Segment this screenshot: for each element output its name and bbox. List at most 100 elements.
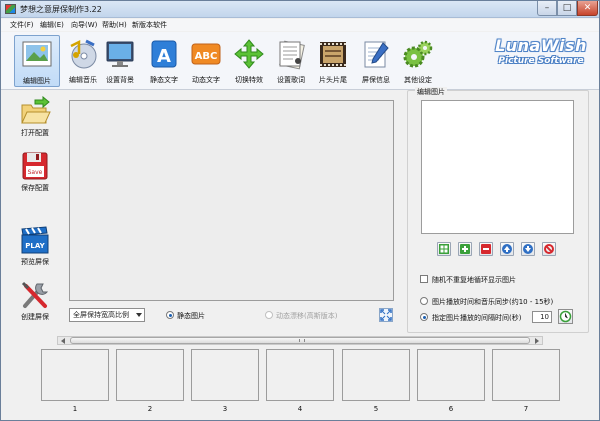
tool-label: 屏保信息 xyxy=(362,76,390,84)
brand-subtitle: Picture Software xyxy=(498,56,584,66)
clock-icon xyxy=(559,310,572,323)
thumbnail-number: 6 xyxy=(448,405,454,413)
tool-label: 片头片尾 xyxy=(319,76,347,84)
minus-icon xyxy=(481,244,491,254)
sync-music-radio[interactable] xyxy=(420,297,428,305)
floppy-save-icon: Save xyxy=(22,152,48,180)
interval-label: 指定图片播放的间隔时间(秒) xyxy=(432,314,522,322)
menu-wizard[interactable]: 向导(W) xyxy=(71,20,97,30)
menu-file[interactable]: 文件(F) xyxy=(10,20,34,30)
scroll-left-arrow[interactable] xyxy=(61,338,65,344)
letter-a-icon: A xyxy=(151,40,177,68)
chevron-down-icon xyxy=(136,313,142,317)
tool-set-lyrics[interactable]: 设置歌词 xyxy=(268,35,314,87)
app-icon xyxy=(5,4,16,14)
menu-new-version[interactable]: 新版本软件 xyxy=(132,20,167,30)
open-config-button[interactable]: 打开配置 xyxy=(15,96,55,142)
svg-text:ABC: ABC xyxy=(195,51,218,62)
dynamic-drift-label: 动态漂移(高斯版本) xyxy=(276,312,338,320)
tool-label: 其他设定 xyxy=(404,76,432,84)
fit-mode-select[interactable]: 全屏保持宽高比例 xyxy=(69,308,145,322)
thumbnail-slot[interactable] xyxy=(266,349,334,401)
close-button[interactable]: ✕ xyxy=(577,1,598,16)
svg-text:A: A xyxy=(157,46,171,67)
tool-label: 设置背景 xyxy=(106,76,134,84)
tool-static-text[interactable]: A 静态文字 xyxy=(141,35,187,87)
dynamic-drift-radio[interactable] xyxy=(265,311,273,319)
preview-screensaver-button[interactable]: PLAY 预览屏保 xyxy=(15,225,55,271)
play-clapper-icon: PLAY xyxy=(21,226,49,254)
move-up-button[interactable] xyxy=(500,242,514,256)
thumbnail-number: 1 xyxy=(72,405,78,413)
picture-icon xyxy=(22,41,52,67)
interval-input[interactable]: 10 xyxy=(532,311,552,323)
tool-label: 静态文字 xyxy=(150,76,178,84)
tool-label: 动态文字 xyxy=(192,76,220,84)
scroll-thumb[interactable] xyxy=(70,337,530,344)
tool-transitions[interactable]: 切换特效 xyxy=(226,35,272,87)
fullscreen-button[interactable] xyxy=(379,308,393,322)
thumbnail-slot[interactable] xyxy=(41,349,109,401)
save-badge: Save xyxy=(28,169,43,176)
tool-label: 设置歌词 xyxy=(277,76,305,84)
tool-set-background[interactable]: 设置背景 xyxy=(97,35,143,87)
preview-canvas xyxy=(69,100,394,301)
fit-mode-value: 全屏保持宽高比例 xyxy=(73,311,129,319)
edit-pictures-title: 编辑图片 xyxy=(415,87,447,97)
no-entry-icon xyxy=(544,244,554,254)
tool-other-settings[interactable]: 其他设定 xyxy=(395,35,441,87)
tool-dynamic-text[interactable]: ABC 动态文字 xyxy=(183,35,229,87)
thumbnail-slot[interactable] xyxy=(417,349,485,401)
sidebar-label: 创建屏保 xyxy=(21,313,49,321)
horizontal-scrollbar[interactable] xyxy=(57,336,543,345)
menu-edit[interactable]: 编辑(E) xyxy=(40,20,64,30)
random-loop-checkbox[interactable] xyxy=(420,275,428,283)
notepad-pen-icon xyxy=(364,41,389,68)
lyrics-page-icon xyxy=(279,40,305,70)
maximize-button[interactable]: □ xyxy=(557,1,577,16)
window-title: 梦想之意屏保制作3.22 xyxy=(20,5,102,14)
clear-pictures-button[interactable] xyxy=(542,242,556,256)
brand-title: LunaWish xyxy=(495,36,587,55)
picture-list[interactable] xyxy=(421,100,574,234)
main-toolbar: 编辑图片 编辑音乐 设置背景 A 静态文字 ABC 动态文字 切换特效 设置歌词 xyxy=(1,32,599,90)
thumbnail-slot[interactable] xyxy=(492,349,560,401)
thumbnail-number: 3 xyxy=(222,405,228,413)
sidebar-label: 预览屏保 xyxy=(21,258,49,266)
film-icon xyxy=(320,42,346,67)
thumbnail-slot[interactable] xyxy=(191,349,259,401)
add-picture-button[interactable] xyxy=(458,242,472,256)
add-folder-button[interactable] xyxy=(437,242,451,256)
sync-music-label: 图片播放时间和音乐同步(约10 - 15秒) xyxy=(432,298,554,306)
grid-add-icon xyxy=(439,244,449,254)
thumbnail-number: 4 xyxy=(297,405,303,413)
sidebar-label: 保存配置 xyxy=(21,184,49,192)
music-cd-icon xyxy=(70,39,97,69)
thumbnail-number: 2 xyxy=(147,405,153,413)
tool-opening-ending[interactable]: 片头片尾 xyxy=(310,35,356,87)
random-loop-label: 随机不重复地循环显示图片 xyxy=(432,276,516,284)
arrows-icon xyxy=(234,39,264,69)
menu-help[interactable]: 帮助(H) xyxy=(102,20,127,30)
remove-picture-button[interactable] xyxy=(479,242,493,256)
app-window: 梦想之意屏保制作3.22 – □ ✕ 文件(F) 编辑(E) 向导(W) 帮助(… xyxy=(0,0,600,421)
static-picture-radio[interactable] xyxy=(166,311,174,319)
interval-radio[interactable] xyxy=(420,313,428,321)
tool-edit-pictures[interactable]: 编辑图片 xyxy=(14,35,60,87)
minimize-button[interactable]: – xyxy=(537,1,557,16)
move-down-button[interactable] xyxy=(521,242,535,256)
arrow-down-icon xyxy=(523,244,533,254)
thumbnail-slot[interactable] xyxy=(116,349,184,401)
save-config-button[interactable]: Save 保存配置 xyxy=(15,151,55,197)
tool-label: 编辑图片 xyxy=(23,77,51,85)
thumbnail-slot[interactable] xyxy=(342,349,410,401)
create-screensaver-button[interactable]: 创建屏保 xyxy=(15,280,55,326)
brand-logo: LunaWish Picture Software xyxy=(489,36,593,76)
plus-icon xyxy=(460,244,470,254)
scroll-right-arrow[interactable] xyxy=(535,338,539,344)
tools-icon xyxy=(21,281,49,308)
play-badge: PLAY xyxy=(25,242,45,250)
arrow-up-icon xyxy=(502,244,512,254)
tool-screensaver-info[interactable]: 屏保信息 xyxy=(353,35,399,87)
interval-clock-button[interactable] xyxy=(558,309,573,324)
